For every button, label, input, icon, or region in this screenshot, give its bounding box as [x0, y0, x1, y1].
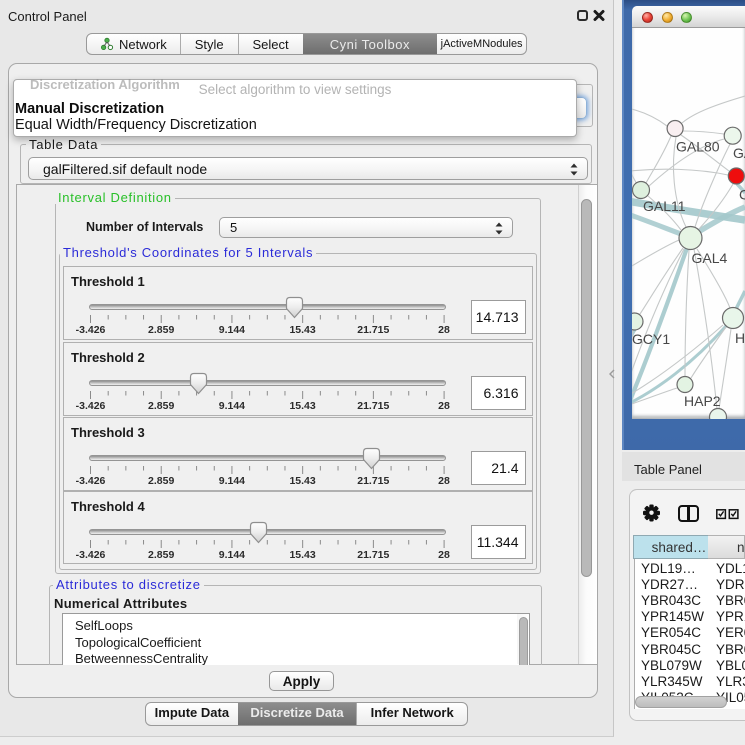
svg-text:HAP2: HAP2: [684, 393, 721, 409]
svg-text:GAL4: GAL4: [692, 250, 728, 266]
svg-text:GAL80: GAL80: [676, 139, 720, 155]
svg-text:H: H: [735, 330, 745, 346]
svg-text:C: C: [739, 187, 745, 203]
svg-text:GAL11: GAL11: [643, 198, 686, 214]
svg-text:GCY1: GCY1: [632, 331, 670, 347]
svg-text:GA: GA: [733, 145, 745, 161]
